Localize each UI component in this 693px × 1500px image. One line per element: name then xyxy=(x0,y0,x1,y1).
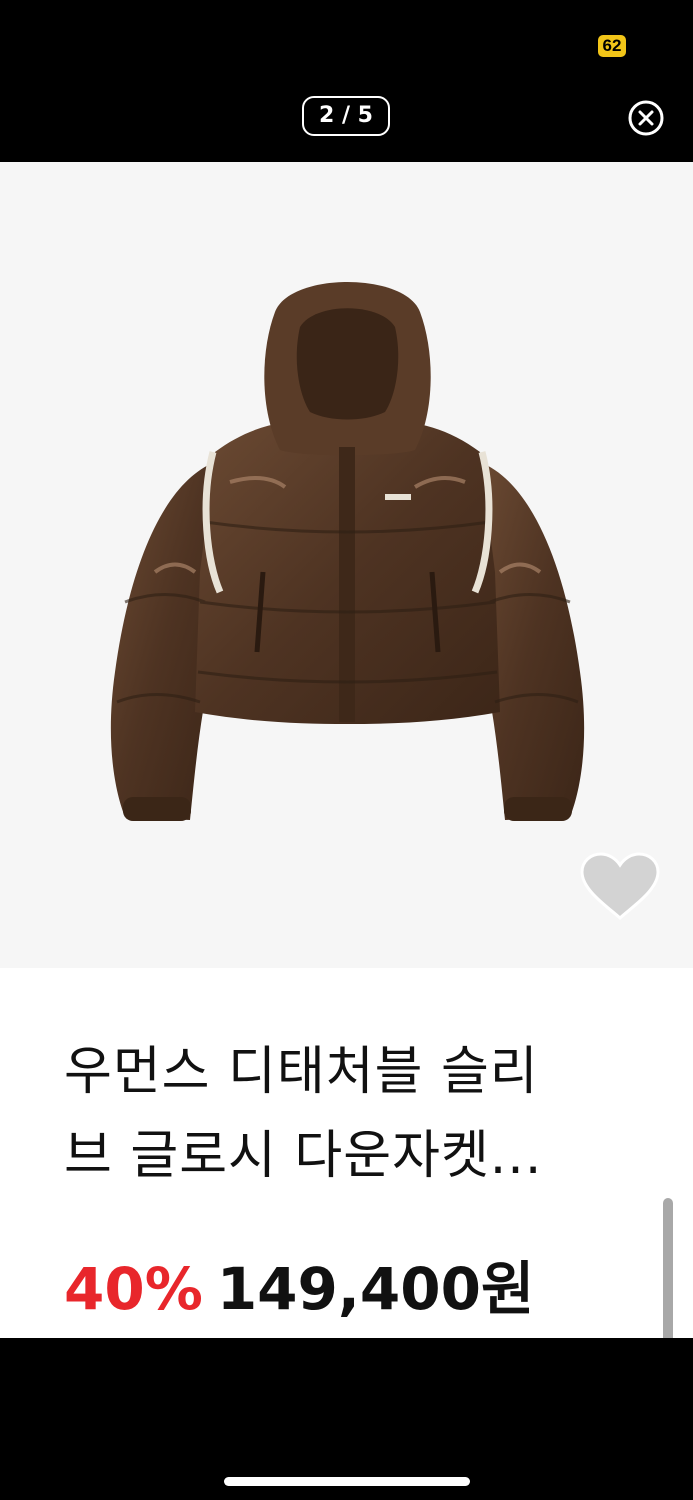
product-title-line-1: 우먼스 디태처블 슬리 xyxy=(64,1042,539,1102)
viewer-top-bar: 2 / 5 xyxy=(0,80,693,162)
home-indicator[interactable] xyxy=(224,1477,470,1486)
close-circle-icon xyxy=(628,100,664,136)
wishlist-button[interactable] xyxy=(578,852,662,922)
bottom-area xyxy=(0,1338,693,1500)
discount-rate: 40% xyxy=(64,1255,203,1323)
scrollbar[interactable] xyxy=(663,1198,673,1338)
sale-price: 149,400원 xyxy=(216,1255,535,1323)
product-title[interactable]: 우먼스 디태처블 슬리 브 글로시 다운자켓... xyxy=(64,1030,654,1198)
close-button[interactable] xyxy=(627,99,665,137)
product-image xyxy=(110,282,585,821)
status-bar: 62 xyxy=(0,0,693,80)
price-row: 40% 149,400원 xyxy=(64,1256,534,1322)
product-info-panel: 우먼스 디태처블 슬리 브 글로시 다운자켓... 40% 149,400원 xyxy=(0,968,693,1338)
product-image-area[interactable] xyxy=(0,162,693,968)
heart-icon xyxy=(580,852,660,921)
product-title-line-2: 브 글로시 다운자켓... xyxy=(64,1126,543,1186)
page-counter: 2 / 5 xyxy=(302,96,390,136)
battery-indicator: 62 xyxy=(598,35,626,57)
